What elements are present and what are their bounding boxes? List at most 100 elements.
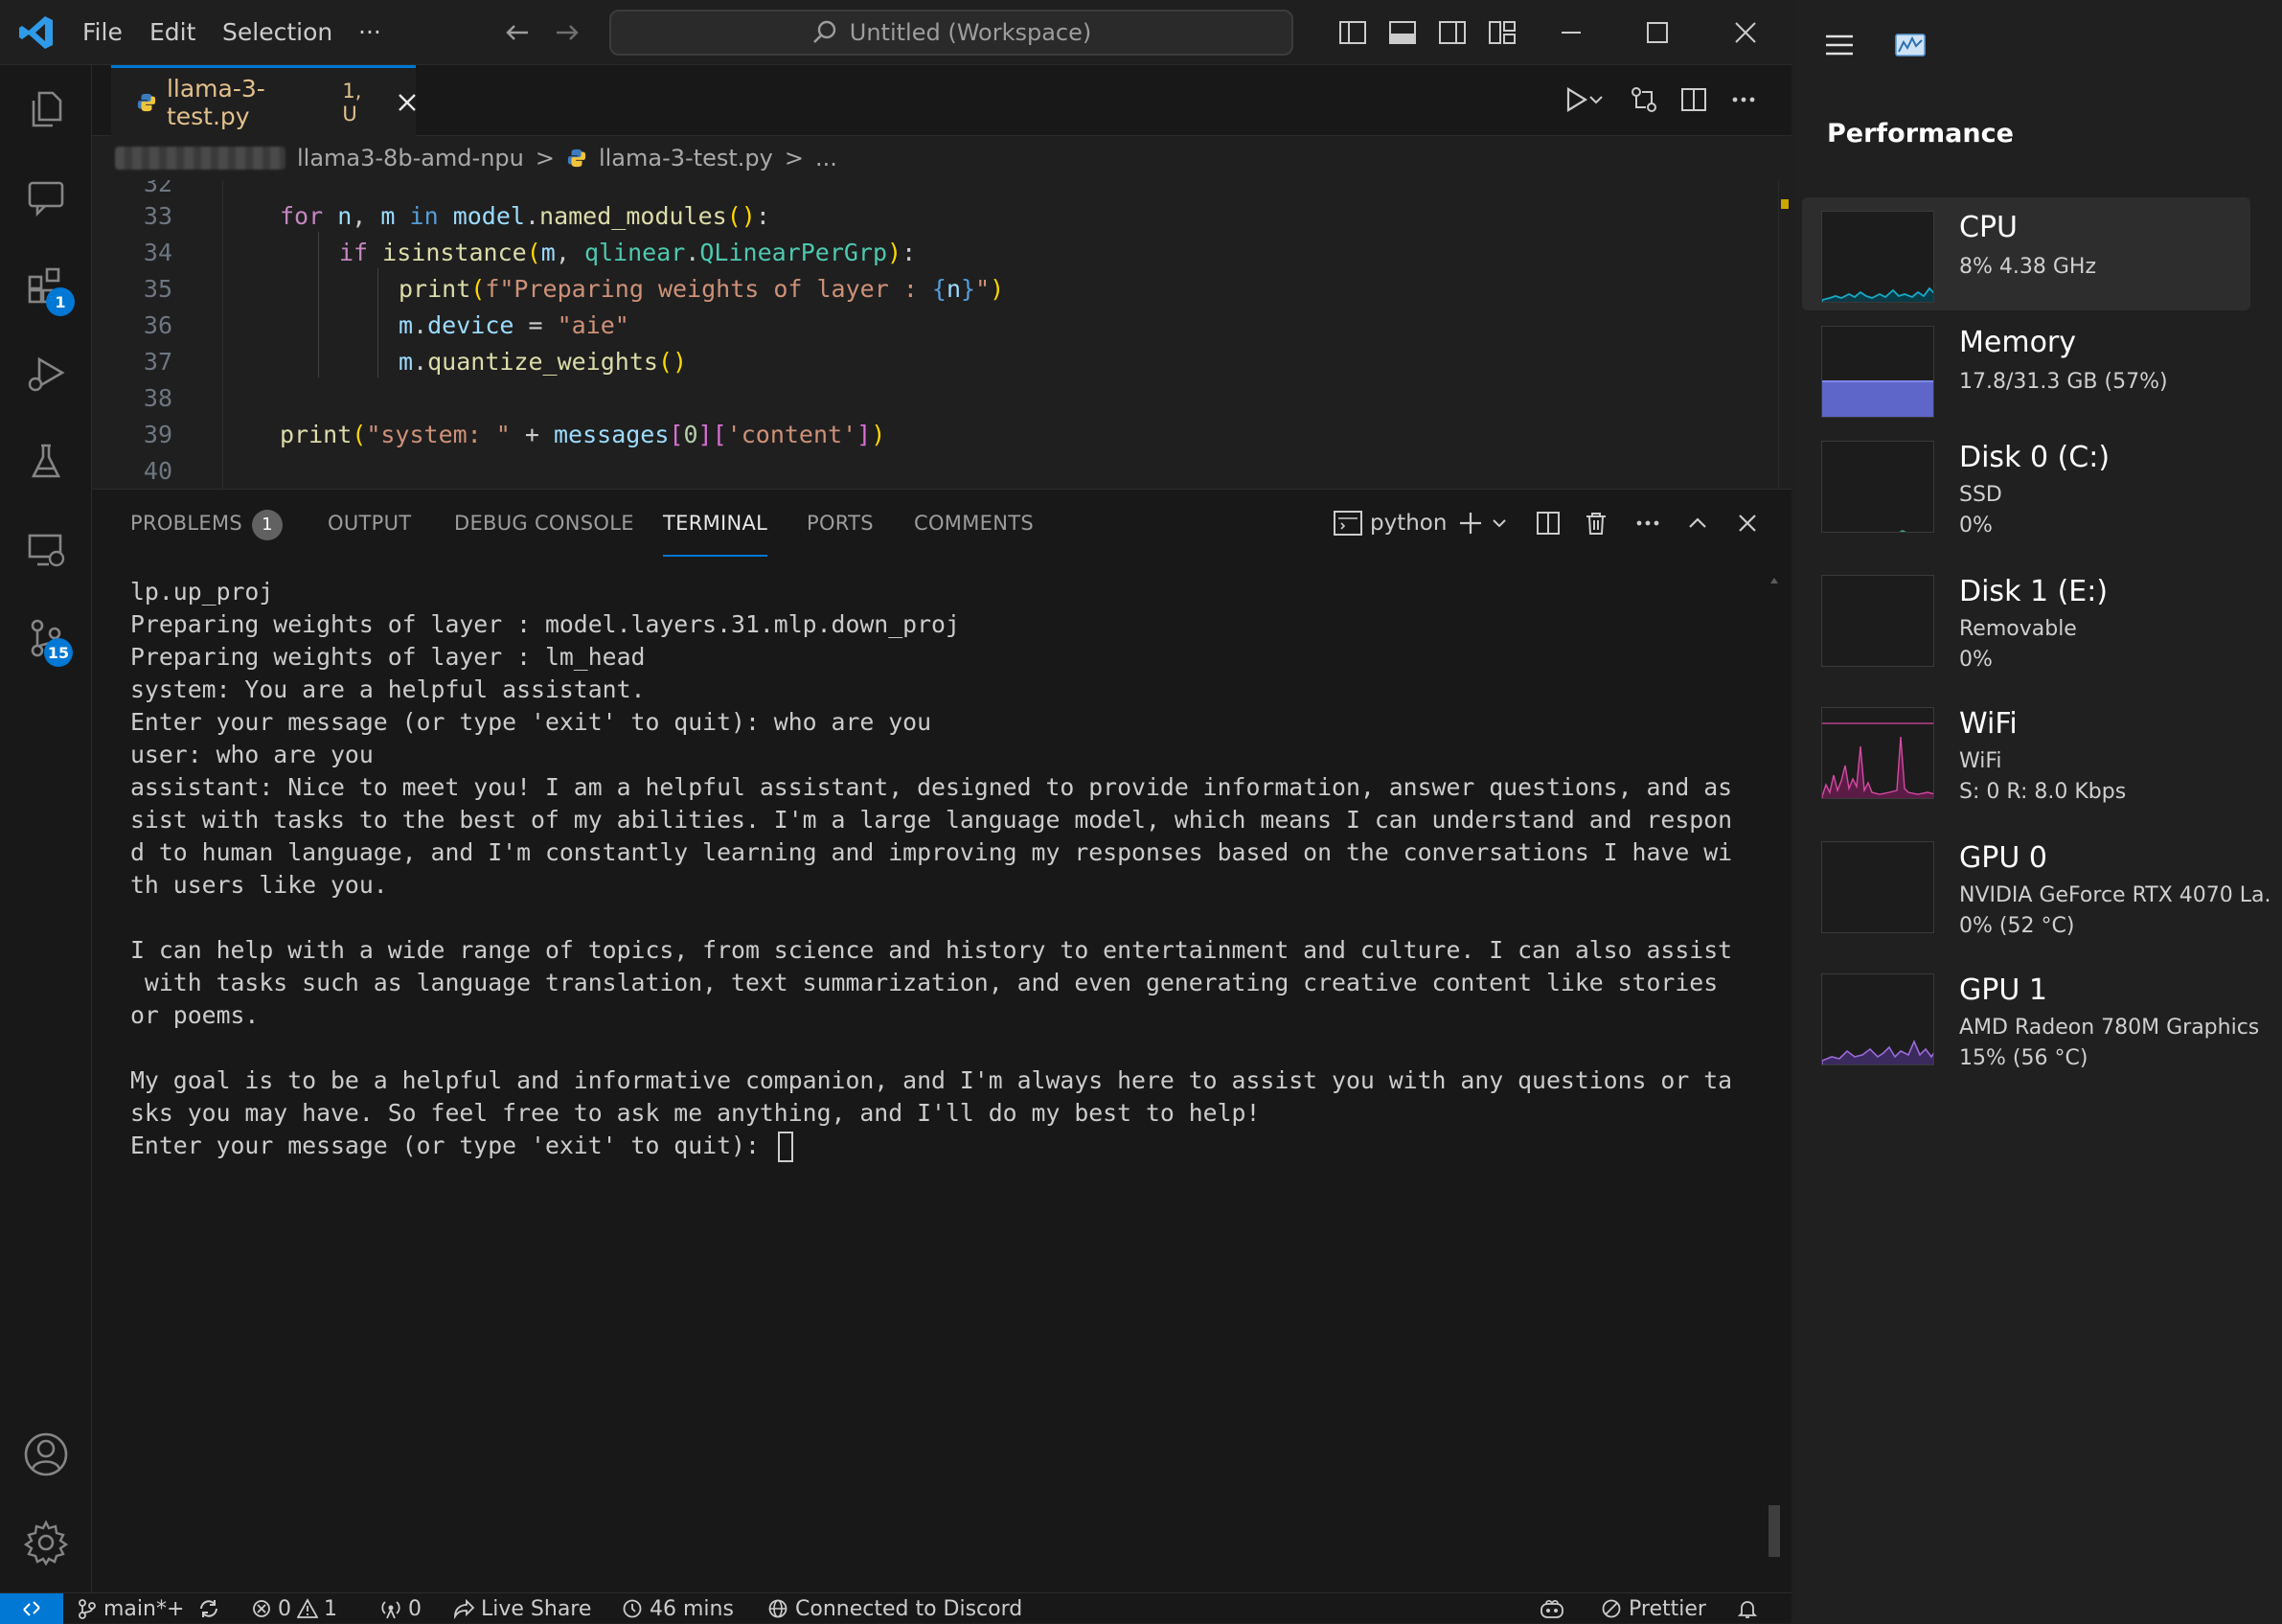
performance-tab-icon[interactable]: [1894, 29, 1927, 65]
git-branch[interactable]: main*+: [77, 1593, 184, 1624]
terminal-prompt: Enter your message (or type 'exit' to qu…: [130, 1132, 774, 1159]
forward-arrow-icon[interactable]: [548, 13, 586, 52]
editor-scrollbar[interactable]: [1778, 180, 1791, 489]
terminal-name: python: [1370, 511, 1448, 536]
command-center-search[interactable]: Untitled (Workspace): [609, 10, 1293, 56]
prettier-label: Prettier: [1629, 1596, 1706, 1621]
sync-icon[interactable]: [197, 1593, 220, 1624]
perf-item-memory[interactable]: Memory 17.8/31.3 GB (57%): [1802, 312, 2250, 425]
disk-1-name: Disk 1 (E:): [1959, 575, 2109, 608]
tab-terminal[interactable]: TERMINAL: [663, 490, 768, 557]
tab-ports[interactable]: PORTS: [807, 490, 874, 557]
live-share-icon: [454, 1598, 475, 1619]
code-line: 38: [143, 383, 172, 412]
terminal-scrollbar[interactable]: [1769, 576, 1780, 1591]
remote-indicator[interactable]: [0, 1593, 63, 1624]
perf-item-disk-1[interactable]: Disk 1 (E:) Removable 0%: [1802, 561, 2250, 675]
terminal-output[interactable]: lp.up_proj Preparing weights of layer : …: [130, 576, 1749, 1534]
tab-problems[interactable]: PROBLEMS 1: [130, 490, 284, 557]
live-share-label: Live Share: [481, 1596, 592, 1621]
close-window-icon[interactable]: [1707, 0, 1784, 65]
menu-file[interactable]: File: [82, 0, 123, 65]
code-line: 34 if isinstance(m, qlinear.QLinearPerGr…: [143, 238, 917, 266]
tab-comments[interactable]: COMMENTS: [914, 490, 1034, 557]
code-line: 39 print("system: " + messages[0]['conte…: [143, 420, 886, 448]
memory-name: Memory: [1959, 326, 2077, 359]
breadcrumb-folder[interactable]: llama3-8b-amd-npu: [297, 145, 524, 172]
chat-icon[interactable]: [0, 153, 92, 241]
tab-output[interactable]: OUTPUT: [328, 490, 411, 557]
close-panel-icon[interactable]: [1728, 504, 1767, 542]
gpu-0-name: GPU 0: [1959, 841, 2047, 875]
source-control-icon[interactable]: 15: [0, 594, 92, 682]
live-share-status[interactable]: Live Share: [452, 1593, 591, 1624]
cpu-graph: [1821, 211, 1934, 303]
run-debug-icon[interactable]: [0, 330, 92, 418]
maximize-icon[interactable]: [1619, 0, 1696, 65]
editor-more-actions-icon[interactable]: [1724, 80, 1763, 119]
redacted-path-segment: [115, 147, 285, 170]
warning-count: 1: [324, 1596, 337, 1621]
run-options-chevron-icon[interactable]: [1585, 80, 1608, 119]
source-control-badge: 15: [44, 638, 73, 667]
perf-item-cpu[interactable]: CPU 8% 4.38 GHz: [1802, 197, 2250, 310]
terminal-line: My goal is to be a helpful and informati…: [130, 1066, 1733, 1094]
perf-item-gpu-0[interactable]: GPU 0 NVIDIA GeForce RTX 4070 La. 0% (52…: [1802, 828, 2271, 941]
kill-terminal-trash-icon[interactable]: [1577, 504, 1615, 542]
toggle-secondary-sidebar-icon[interactable]: [1433, 13, 1472, 52]
perf-item-wifi[interactable]: WiFi WiFi S: 0 R: 8.0 Kbps: [1802, 694, 2250, 807]
split-editor-icon[interactable]: [1675, 80, 1713, 119]
disk-0-name: Disk 0 (C:): [1959, 441, 2111, 474]
close-tab-icon[interactable]: [397, 92, 416, 113]
new-terminal-plus-icon[interactable]: [1454, 504, 1487, 542]
copilot-icon[interactable]: [1539, 1593, 1565, 1624]
time-tracking-status[interactable]: 46 mins: [621, 1593, 734, 1624]
settings-gear-icon[interactable]: [0, 1498, 92, 1587]
perf-item-disk-0[interactable]: Disk 0 (C:) SSD 0%: [1802, 427, 2250, 540]
open-changes-icon[interactable]: [1625, 80, 1663, 119]
terminal-line: I can help with a wide range of topics, …: [130, 936, 1733, 964]
code-editor[interactable]: 32 33 for n, m in model.named_modules():…: [92, 180, 1791, 489]
toggle-primary-sidebar-icon[interactable]: [1334, 13, 1372, 52]
extensions-icon[interactable]: 1: [0, 241, 92, 330]
indent-guide: [318, 232, 319, 377]
menu-selection[interactable]: Selection: [222, 0, 332, 65]
perf-item-gpu-1[interactable]: GPU 1 AMD Radeon 780M Graphics 15% (56 °…: [1802, 960, 2259, 1073]
problems-status[interactable]: 0 1: [251, 1593, 337, 1624]
explorer-icon[interactable]: [0, 65, 92, 153]
disk-1-graph: [1821, 575, 1934, 667]
gpu-0-model: NVIDIA GeForce RTX 4070 La.: [1959, 883, 2271, 907]
testing-icon[interactable]: [0, 418, 92, 506]
remote-connection-icon: [23, 1601, 40, 1616]
warning-icon: [297, 1598, 318, 1618]
split-terminal-icon[interactable]: [1529, 504, 1567, 542]
panel-more-actions-icon[interactable]: [1629, 504, 1667, 542]
hamburger-menu-icon[interactable]: [1823, 29, 1856, 65]
time-label: 46 mins: [650, 1596, 734, 1621]
history-clock-icon: [623, 1599, 642, 1618]
terminal-selector[interactable]: python: [1334, 504, 1447, 542]
discord-status[interactable]: Connected to Discord: [766, 1593, 1022, 1624]
terminal-launch-chevron-icon[interactable]: [1487, 504, 1512, 542]
minimize-icon[interactable]: [1533, 0, 1609, 65]
toggle-panel-icon[interactable]: [1383, 13, 1422, 52]
breadcrumb-symbol[interactable]: ...: [815, 145, 837, 172]
maximize-panel-chevron-up-icon[interactable]: [1678, 504, 1717, 542]
breadcrumb: llama3-8b-amd-npu > llama-3-test.py > ..…: [92, 136, 1791, 180]
accounts-icon[interactable]: [0, 1410, 92, 1498]
remote-explorer-icon[interactable]: [0, 506, 92, 594]
wifi-graph: [1821, 707, 1934, 799]
prettier-status[interactable]: Prettier: [1600, 1593, 1706, 1624]
ports-status[interactable]: 0: [379, 1593, 422, 1624]
tab-debug-console[interactable]: DEBUG CONSOLE: [454, 490, 634, 557]
editor-tab-llama-3-test[interactable]: llama-3-test.py 1, U: [111, 65, 416, 136]
menu-more[interactable]: ···: [358, 0, 381, 65]
discord-label: Connected to Discord: [795, 1596, 1023, 1621]
notifications-bell-icon[interactable]: [1736, 1593, 1759, 1624]
breadcrumb-file[interactable]: llama-3-test.py: [599, 145, 773, 172]
menu-edit[interactable]: Edit: [149, 0, 195, 65]
terminal-line: or poems.: [130, 1001, 260, 1029]
back-arrow-icon[interactable]: [498, 13, 536, 52]
customize-layout-icon[interactable]: [1483, 13, 1521, 52]
